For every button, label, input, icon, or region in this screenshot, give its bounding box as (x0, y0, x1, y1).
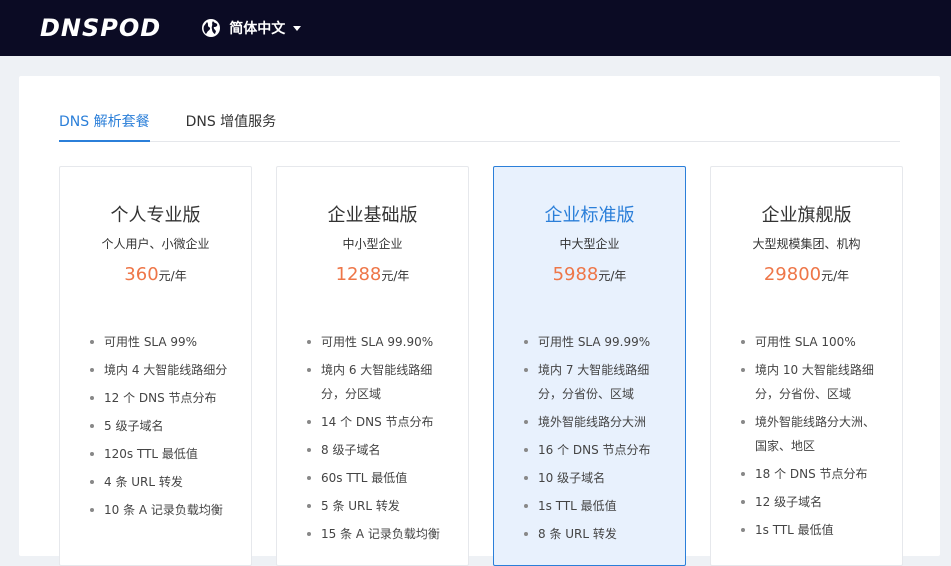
feature-item: 12 个 DNS 节点分布 (88, 386, 231, 410)
feature-item: 可用性 SLA 100% (739, 330, 882, 354)
plan-cards: 个人专业版 个人用户、小微企业 360元/年 可用性 SLA 99% 境内 4 大智能线… (59, 166, 903, 566)
feature-item: 可用性 SLA 99.99% (522, 330, 665, 354)
feature-item: 16 个 DNS 节点分布 (522, 438, 665, 462)
feature-item: 1s TTL 最低值 (522, 494, 665, 518)
plan-card[interactable]: 企业标准版中大型企业 5988元/年可用性 SLA 99.99% 境内 7 大智能线… (493, 166, 686, 566)
language-label: 简体中文 (229, 21, 286, 37)
feature-item: 18 个 DNS 节点分布 (739, 462, 882, 486)
feature-item: 境内 7 大智能线路细分，分省份、区域 (522, 358, 665, 406)
tab-dns-plans[interactable]: DNS 解析套餐 (59, 104, 150, 142)
plan-title: 个人专业版 (110, 205, 201, 226)
plan-price: 5988元/年 (494, 263, 685, 288)
feature-item: 5 条 URL 转发 (305, 494, 448, 518)
plan-tabs: DNS 解析套餐 DNS 增值服务 (59, 104, 900, 142)
feature-item: 15 条 A 记录负载均衡 (305, 522, 448, 546)
price-amount: 1288 (335, 264, 382, 285)
chevron-down-icon (293, 25, 302, 31)
plan-price: 29800元/年 (711, 263, 902, 288)
feature-list: 可用性 SLA 99.99% 境内 7 大智能线路细分，分省份、区域境外智能线路分… (494, 330, 685, 546)
feature-item: 境内 6 大智能线路细分，分区域 (305, 358, 448, 406)
feature-list: 可用性 SLA 99.90% 境内 6 大智能线路细分，分区域 14 个 DNS 节… (277, 330, 468, 546)
feature-item: 10 级子域名 (522, 466, 665, 490)
plan-card[interactable]: 个人专业版个人用户、小微企业 360元/年可用性 SLA 99% 境内 4 大智能线… (59, 166, 252, 566)
plan-card[interactable]: 企业基础版中小型企业 1288元/年可用性 SLA 99.90% 境内 6 大智能线… (276, 166, 469, 566)
feature-item: 14 个 DNS 节点分布 (305, 410, 448, 434)
feature-item: 1s TTL 最低值 (739, 518, 882, 542)
feature-item: 境内 4 大智能线路细分 (88, 358, 231, 382)
feature-item: 4 条 URL 转发 (88, 470, 231, 494)
dnspod-logo[interactable]: DNSPOD (40, 14, 161, 42)
feature-item: 10 条 A 记录负载均衡 (88, 498, 231, 522)
feature-item: 境外智能线路分大洲、国家、地区 (739, 410, 882, 458)
plan-title: 企业旗舰版 (761, 205, 852, 226)
feature-item: 可用性 SLA 99% (88, 330, 231, 354)
price-amount: 5988 (552, 264, 599, 285)
feature-item: 120s TTL 最低值 (88, 442, 231, 466)
feature-item: 5 级子域名 (88, 414, 231, 438)
top-navbar: DNSPOD 简体中文 (0, 0, 951, 56)
feature-item: 可用性 SLA 99.90% (305, 330, 448, 354)
language-selector[interactable]: 简体中文 (201, 18, 302, 38)
feature-item: 8 级子域名 (305, 438, 448, 462)
feature-item: 12 级子域名 (739, 490, 882, 514)
plan-subtitle: 个人用户、小微企业 (101, 237, 210, 251)
feature-item: 境内 10 大智能线路细分，分省份、区域 (739, 358, 882, 406)
plan-price: 1288元/年 (277, 263, 468, 288)
pricing-panel: DNS 解析套餐 DNS 增值服务 个人专业版 个人用户、小微企业 360元/年 可用… (19, 76, 940, 566)
price-unit: 元/年 (158, 269, 187, 283)
feature-item: 60s TTL 最低值 (305, 466, 448, 490)
plan-price: 360元/年 (60, 263, 251, 288)
price-amount: 29800 (763, 264, 822, 285)
price-unit: 元/年 (821, 269, 850, 283)
plan-card[interactable]: 企业旗舰版大型规模集团、机构 29800元/年可用性 SLA 100% 境内 10 … (710, 166, 903, 566)
price-unit: 元/年 (381, 269, 410, 283)
tab-dns-addons[interactable]: DNS 增值服务 (186, 104, 277, 142)
plan-subtitle: 中小型企业 (342, 237, 403, 251)
feature-item: 8 条 URL 转发 (522, 522, 665, 546)
feature-list: 可用性 SLA 100% 境内 10 大智能线路细分，分省份、区域 境外智能线路分大… (711, 330, 902, 542)
globe-icon (202, 19, 221, 37)
price-unit: 元/年 (598, 269, 627, 283)
feature-item: 境外智能线路分大洲 (522, 410, 665, 434)
plan-title: 企业标准版 (544, 205, 635, 226)
plan-subtitle: 中大型企业 (559, 237, 620, 251)
feature-list: 可用性 SLA 99% 境内 4 大智能线路细分 12 个 DNS 节点分布 5 级子… (60, 330, 251, 522)
plan-title: 企业基础版 (327, 205, 418, 226)
price-amount: 360 (124, 264, 159, 285)
plan-subtitle: 大型规模集团、机构 (752, 237, 861, 251)
